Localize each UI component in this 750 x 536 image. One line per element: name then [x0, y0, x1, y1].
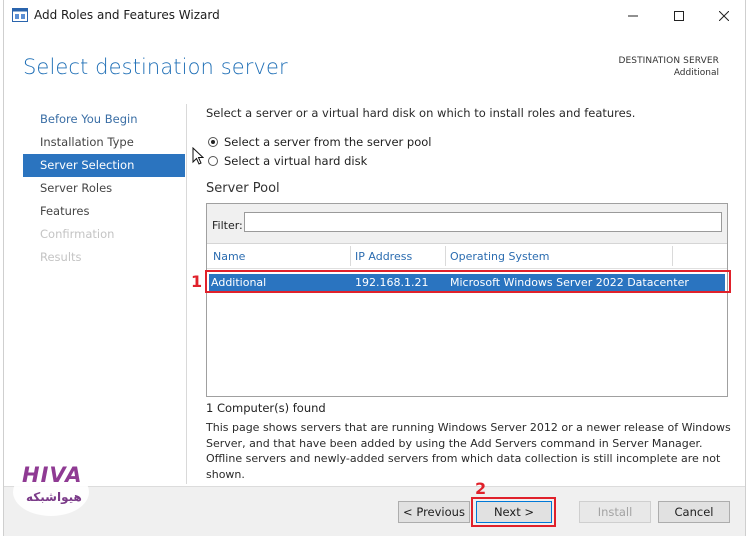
close-button[interactable]	[701, 0, 745, 32]
window-title: Add Roles and Features Wizard	[34, 8, 220, 22]
cell-ip-address: 192.168.1.21	[355, 276, 429, 289]
radio-virtual-hard-disk-label: Select a virtual hard disk	[224, 154, 368, 168]
nav-divider	[186, 104, 187, 484]
filter-label: Filter:	[212, 219, 243, 232]
cell-operating-system: Microsoft Windows Server 2022 Datacenter	[450, 276, 689, 289]
close-icon	[719, 11, 729, 21]
column-header-name[interactable]: Name	[213, 250, 245, 263]
radio-virtual-hard-disk[interactable]: Select a virtual hard disk	[208, 154, 367, 168]
radio-button-unchecked[interactable]	[208, 156, 218, 166]
nav-item-before-you-begin[interactable]: Before You Begin	[23, 108, 185, 131]
hiva-logo-wordmark: HIVA	[22, 463, 83, 487]
nav-item-results: Results	[40, 250, 82, 264]
radio-server-pool-label: Select a server from the server pool	[224, 135, 432, 149]
server-manager-icon	[12, 8, 28, 22]
radio-server-pool[interactable]: Select a server from the server pool	[208, 135, 431, 149]
hiva-logo-subtext: هیواشبکه	[26, 490, 82, 504]
nav-item-installation-type[interactable]: Installation Type	[23, 131, 185, 154]
server-pool-title: Server Pool	[206, 181, 280, 196]
minimize-button[interactable]	[610, 0, 656, 32]
column-divider[interactable]	[445, 246, 446, 266]
page-title: Select destination server	[23, 55, 288, 79]
column-divider[interactable]	[672, 246, 673, 266]
column-header-operating-system[interactable]: Operating System	[450, 250, 550, 263]
cell-name: Additional	[211, 276, 267, 289]
annotation-marker-2: 2	[475, 479, 487, 498]
nav-item-confirmation: Confirmation	[40, 227, 115, 241]
maximize-icon	[674, 11, 684, 21]
nav-item-server-roles[interactable]: Server Roles	[23, 177, 185, 200]
computers-found-text: 1 Computer(s) found	[206, 401, 326, 415]
info-text: This page shows servers that are running…	[206, 421, 731, 481]
server-pool-grid: Filter: Name IP Address Operating System…	[206, 203, 728, 397]
mouse-cursor-icon	[192, 147, 204, 165]
destination-server-value: Additional	[673, 68, 719, 78]
install-button: Install	[579, 501, 651, 523]
column-divider[interactable]	[350, 246, 351, 266]
filter-input[interactable]	[244, 212, 722, 232]
cancel-button[interactable]: Cancel	[658, 501, 730, 523]
destination-server-label: DESTINATION SERVER	[618, 56, 719, 66]
grid-header: Name IP Address Operating System	[207, 244, 727, 269]
minimize-icon	[628, 15, 638, 17]
column-header-ip-address[interactable]: IP Address	[355, 250, 412, 263]
nav-item-features[interactable]: Features	[23, 200, 185, 223]
table-row[interactable]: Additional 192.168.1.21 Microsoft Window…	[209, 274, 725, 292]
maximize-button[interactable]	[656, 0, 702, 32]
intro-text: Select a server or a virtual hard disk o…	[206, 106, 636, 120]
wizard-window: Add Roles and Features Wizard Select des…	[3, 0, 746, 536]
radio-button-checked[interactable]	[208, 137, 218, 147]
annotation-marker-1: 1	[191, 272, 203, 291]
next-button[interactable]: Next >	[476, 501, 552, 523]
previous-button[interactable]: < Previous	[398, 501, 470, 523]
wizard-nav: Before You Begin Installation Type Serve…	[23, 108, 185, 269]
nav-item-server-selection[interactable]: Server Selection	[23, 154, 185, 177]
filter-bar: Filter:	[207, 204, 727, 244]
title-bar[interactable]: Add Roles and Features Wizard	[4, 0, 745, 32]
